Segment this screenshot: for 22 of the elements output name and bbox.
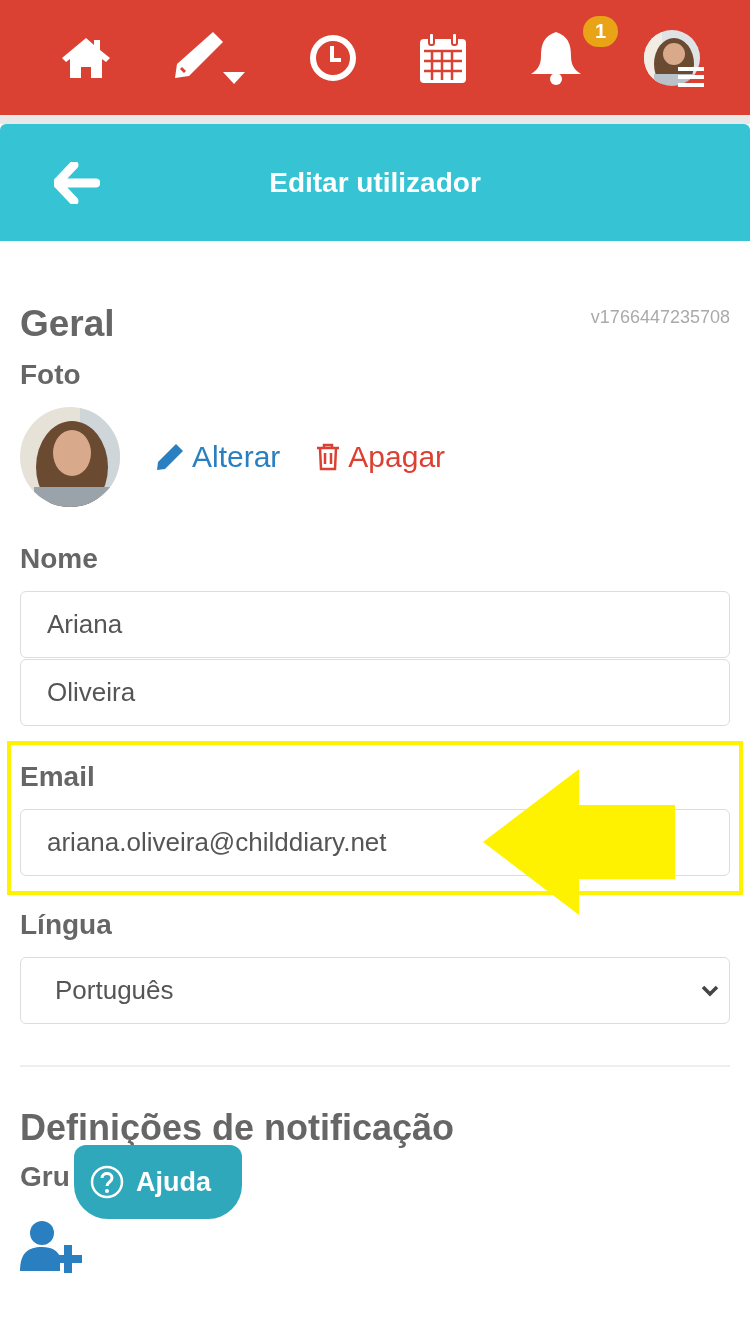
language-select[interactable]: Português [20,957,730,1024]
chevron-down-icon [701,984,719,997]
notification-badge: 1 [582,15,619,47]
trash-icon [316,443,341,471]
pencil-dropdown-icon[interactable] [173,29,247,86]
field-label: Língua [20,909,112,941]
help-icon [90,1165,124,1199]
clock-icon[interactable] [307,32,358,83]
name-field[interactable]: Oliveira [20,659,730,726]
page-title: Editar utilizador [269,166,481,199]
field-label: Foto [20,359,81,391]
edit-photo-link[interactable]: Alterar [156,440,281,474]
menu-icon[interactable] [677,65,704,88]
section-title: Geral [20,303,115,345]
pencil-icon [156,443,184,471]
field-label: Email [20,761,95,793]
field-label: Gru [20,1161,70,1193]
home-icon[interactable] [60,35,113,80]
name-field[interactable]: Ariana [20,591,730,658]
field-label: Nome [20,543,98,575]
version-text: v1766447235708 [590,307,730,328]
delete-photo-link[interactable]: Apagar [316,440,446,474]
